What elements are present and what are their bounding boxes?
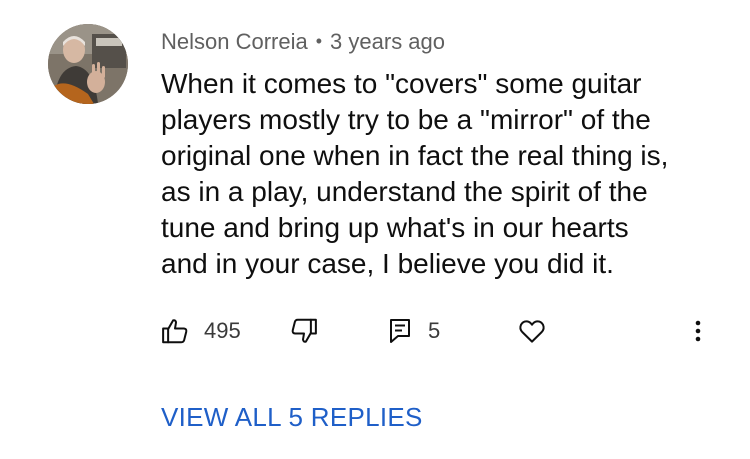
comment-text-line: When it comes to "covers" some guitar <box>161 68 642 99</box>
comment-text: When it comes to "covers" some guitar pl… <box>161 66 721 282</box>
like-button[interactable]: 495 <box>160 311 241 351</box>
like-count: 495 <box>204 318 241 343</box>
reply-button[interactable]: 5 <box>388 311 440 351</box>
comment-item: Nelson Correia • 3 years ago When it comes… <box>0 0 750 459</box>
comment-text-line: and in your case, I believe you did it. <box>161 248 614 279</box>
comment-text-line: as in a play, understand the spirit of t… <box>161 176 648 207</box>
comment-timestamp[interactable]: 3 years ago <box>330 29 445 54</box>
thumbs-up-icon <box>160 316 190 346</box>
reply-count: 5 <box>428 318 441 343</box>
comment-meta: Nelson Correia • 3 years ago <box>161 28 445 57</box>
heart-button[interactable] <box>517 311 547 351</box>
meta-separator: • <box>315 31 323 51</box>
avatar[interactable] <box>48 24 128 104</box>
thumbs-down-icon <box>289 316 319 346</box>
author-name[interactable]: Nelson Correia <box>161 29 308 54</box>
comment-text-line: original one when in fact the real thing… <box>161 140 669 171</box>
heart-icon <box>517 316 547 346</box>
more-vertical-icon <box>688 316 708 346</box>
dislike-button[interactable] <box>289 311 319 351</box>
comment-actions: 495 5 <box>0 311 750 351</box>
view-replies-button[interactable]: VIEW ALL 5 REPLIES <box>161 400 423 434</box>
comment-text-line: players mostly try to be a "mirror" of t… <box>161 104 651 135</box>
comment-text-line: tune and bring up what's in our hearts <box>161 212 629 243</box>
more-options-button[interactable] <box>688 311 708 351</box>
comment-icon <box>388 317 412 345</box>
